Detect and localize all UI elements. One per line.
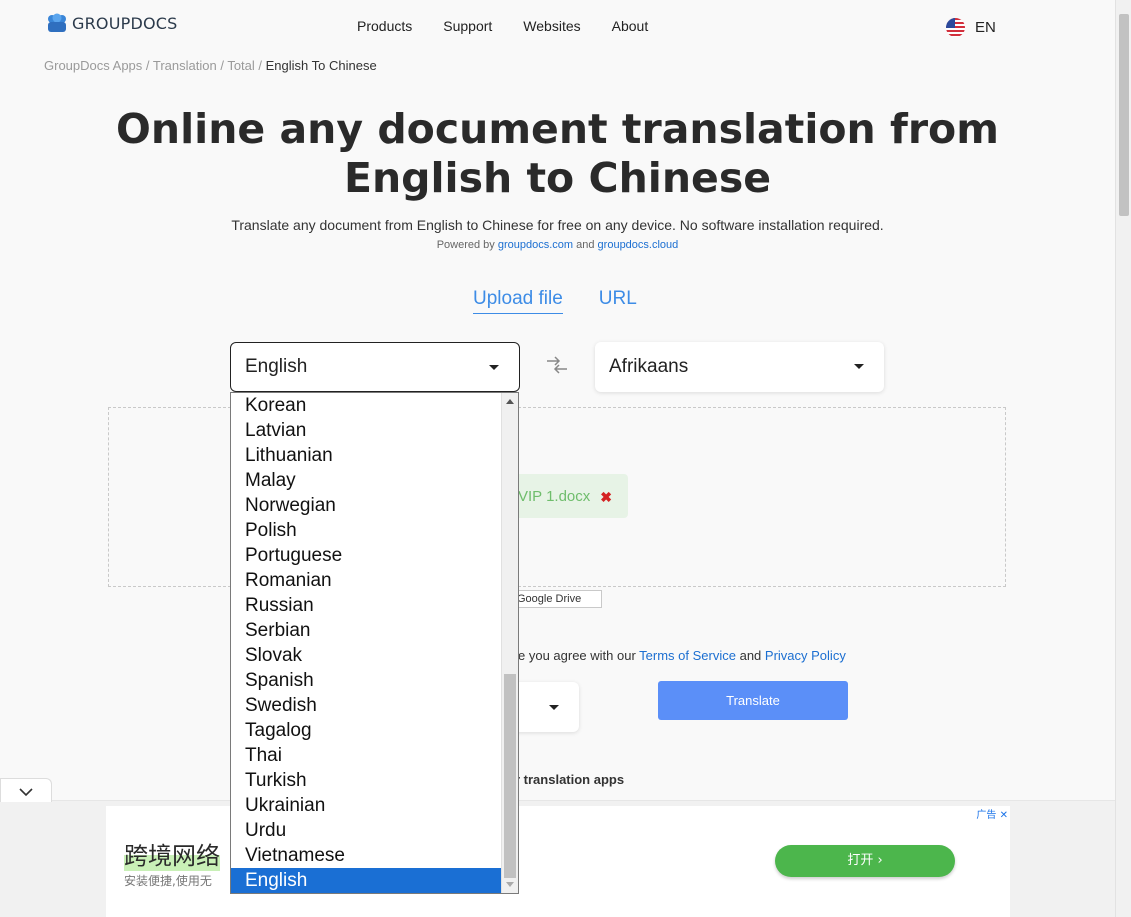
breadcrumb-current: English To Chinese: [265, 58, 377, 73]
nav-support[interactable]: Support: [443, 18, 492, 34]
swap-languages-icon[interactable]: [545, 355, 569, 375]
chevron-down-icon: [549, 705, 559, 710]
language-code: EN: [975, 19, 996, 36]
powered-prefix: Powered by: [436, 239, 498, 251]
us-flag-icon: [946, 18, 965, 37]
privacy-policy-link[interactable]: Privacy Policy: [765, 648, 846, 663]
language-option[interactable]: Korean: [231, 393, 502, 418]
file-name: VIP 1.docx: [518, 488, 591, 505]
language-option[interactable]: Turkish: [231, 768, 502, 793]
main-nav: Products Support Websites About: [357, 18, 648, 34]
language-option[interactable]: Swedish: [231, 693, 502, 718]
groupdocs-cloud-link[interactable]: groupdocs.cloud: [598, 239, 679, 251]
language-option[interactable]: Urdu: [231, 818, 502, 843]
ad-subline: 安装便捷,使用无: [124, 874, 212, 888]
scroll-up-icon[interactable]: [506, 399, 514, 404]
breadcrumb-item[interactable]: GroupDocs Apps: [44, 58, 142, 73]
terms-and: and: [735, 648, 765, 663]
ad-open-button[interactable]: 打开 ›: [775, 845, 955, 877]
language-option[interactable]: Lithuanian: [231, 443, 502, 468]
breadcrumb: GroupDocs Apps / Translation / Total / E…: [44, 58, 377, 73]
breadcrumb-separator: /: [142, 58, 153, 73]
breadcrumb-item[interactable]: Translation: [153, 58, 217, 73]
logo-text: GROUPDOCS: [72, 13, 178, 33]
chevron-right-icon: ›: [877, 853, 883, 868]
terms-notice: e you agree with our Terms of Service an…: [518, 648, 846, 663]
breadcrumb-separator: /: [254, 58, 266, 73]
remove-file-icon[interactable]: ✖: [600, 489, 612, 506]
dropdown-scrollbar[interactable]: [501, 393, 518, 893]
language-option[interactable]: Romanian: [231, 568, 502, 593]
nav-websites[interactable]: Websites: [523, 18, 580, 34]
page-subtitle: Translate any document from English to C…: [231, 217, 884, 233]
translate-button[interactable]: Translate: [658, 681, 848, 720]
language-option[interactable]: Ukrainian: [231, 793, 502, 818]
groupdocs-logo-icon: [46, 12, 68, 34]
page-scroll-thumb[interactable]: [1119, 14, 1129, 216]
language-option[interactable]: Russian: [231, 593, 502, 618]
other-apps-heading: r translation apps: [515, 772, 625, 787]
language-option[interactable]: Latvian: [231, 418, 502, 443]
page-title: Online any document translation from Eng…: [116, 105, 999, 202]
page-scrollbar[interactable]: [1115, 0, 1131, 917]
chevron-down-icon: [854, 364, 864, 369]
groupdocs-logo[interactable]: GROUPDOCS: [46, 12, 178, 34]
google-drive-button[interactable]: Google Drive: [510, 590, 602, 608]
breadcrumb-item[interactable]: Total: [227, 58, 254, 73]
chevron-down-icon: [19, 788, 33, 797]
language-option[interactable]: Serbian: [231, 618, 502, 643]
language-option[interactable]: Slovak: [231, 643, 502, 668]
terms-prefix: e you agree with our: [518, 648, 640, 663]
language-option[interactable]: Norwegian: [231, 493, 502, 518]
uploaded-file: VIP 1.docx ✖: [500, 474, 628, 518]
ad-headline: 跨境网络: [124, 836, 220, 871]
ad-label-text: 广告: [976, 810, 997, 821]
source-language-value: English: [245, 356, 308, 377]
source-language-select[interactable]: English: [230, 342, 520, 392]
upload-tabs: Upload file URL: [473, 288, 637, 314]
language-option[interactable]: Thai: [231, 743, 502, 768]
language-option[interactable]: Tagalog: [231, 718, 502, 743]
ad-collapse-toggle[interactable]: [0, 778, 52, 802]
language-dropdown-list[interactable]: Korean Latvian Lithuanian Malay Norwegia…: [230, 392, 519, 894]
ad-open-label: 打开: [847, 853, 874, 868]
site-header: GROUPDOCS Products Support Websites Abou…: [0, 0, 1115, 52]
language-option[interactable]: Portuguese: [231, 543, 502, 568]
close-icon[interactable]: ✕: [1000, 810, 1008, 821]
nav-products[interactable]: Products: [357, 18, 412, 34]
powered-and: and: [573, 239, 598, 251]
tab-url[interactable]: URL: [599, 288, 637, 314]
language-option-selected[interactable]: English: [231, 868, 502, 893]
scroll-down-icon[interactable]: [506, 882, 514, 887]
target-language-value: Afrikaans: [609, 356, 689, 377]
dropdown-scroll-thumb[interactable]: [504, 674, 516, 878]
language-switcher[interactable]: EN: [946, 18, 996, 37]
terms-of-service-link[interactable]: Terms of Service: [639, 648, 736, 663]
tab-upload-file[interactable]: Upload file: [473, 288, 563, 314]
language-option[interactable]: Vietnamese: [231, 843, 502, 868]
language-option[interactable]: Malay: [231, 468, 502, 493]
chevron-down-icon: [489, 365, 499, 370]
language-option[interactable]: Spanish: [231, 668, 502, 693]
ad-label[interactable]: 广告 ✕: [976, 806, 1008, 821]
target-language-select[interactable]: Afrikaans: [595, 342, 884, 392]
powered-by: Powered by groupdocs.com and groupdocs.c…: [0, 239, 1115, 251]
language-option[interactable]: Polish: [231, 518, 502, 543]
groupdocs-com-link[interactable]: groupdocs.com: [498, 239, 573, 251]
breadcrumb-separator: /: [216, 58, 228, 73]
nav-about[interactable]: About: [612, 18, 649, 34]
